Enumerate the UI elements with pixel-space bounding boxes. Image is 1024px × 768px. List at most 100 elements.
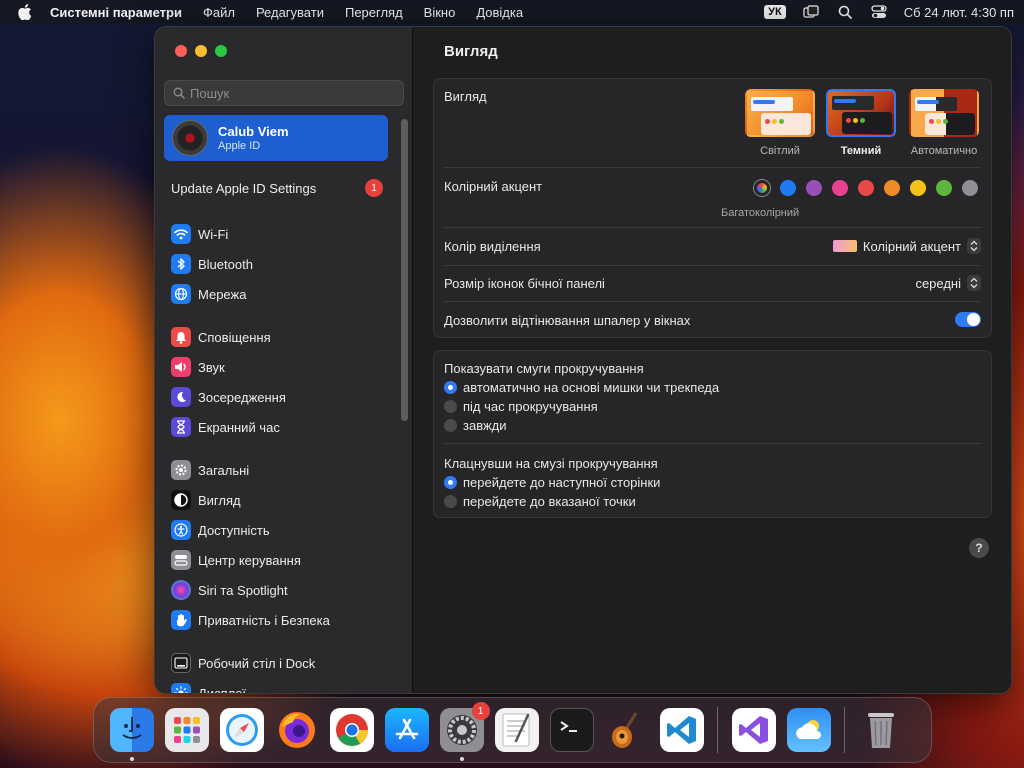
radio-button[interactable] (444, 495, 457, 508)
help-button[interactable]: ? (969, 538, 989, 558)
accent-orange-swatch[interactable] (884, 180, 900, 196)
dock-app-store[interactable] (384, 708, 429, 752)
accent-blue-swatch[interactable] (780, 180, 796, 196)
accent-multicolor-swatch[interactable] (754, 180, 770, 196)
sidebar-item-notifications[interactable]: Сповіщення (171, 322, 391, 352)
radio-button[interactable] (444, 400, 457, 413)
dock-textedit[interactable] (494, 708, 539, 752)
click-option-next-page[interactable]: перейдете до наступної сторінки (444, 475, 660, 490)
spotlight-search-icon[interactable] (836, 4, 854, 20)
dock-garageband[interactable] (605, 708, 649, 752)
sidebar-item-label: Wi-Fi (198, 226, 229, 242)
sidebar-item-network[interactable]: Мережа (171, 279, 391, 309)
terminal-icon (559, 721, 577, 732)
theme-dark-caption: Темний (840, 145, 882, 157)
sidebar-item-focus[interactable]: Зосередження (171, 382, 391, 412)
menu-bar: Системні параметри Файл Редагувати Перег… (0, 0, 1024, 24)
dock-visual-studio[interactable] (731, 708, 776, 752)
main-pane: Вигляд Вигляд Світлий Темний Автоматично… (413, 27, 1011, 693)
dock-vscode[interactable] (659, 708, 704, 752)
sidebar-item-label: Робочий стіл і Dock (198, 655, 316, 671)
sidebar-item-appearance[interactable]: Вигляд (171, 485, 391, 515)
sidebar-item-desktop-dock[interactable]: Робочий стіл і Dock (171, 648, 391, 678)
dock-safari[interactable] (219, 708, 264, 752)
chevron-updown-icon (967, 238, 981, 254)
chevron-updown-icon (967, 275, 981, 291)
app-store-icon (395, 718, 418, 740)
accent-green-swatch[interactable] (936, 180, 952, 196)
search-field[interactable] (164, 80, 404, 106)
search-input[interactable] (190, 85, 390, 101)
radio-label: автоматично на основі мишки чи трекпеда (463, 380, 720, 395)
menu-window[interactable]: Вікно (424, 5, 456, 20)
divider (444, 265, 981, 266)
sidebar-item-label: Екранний час (198, 419, 280, 435)
sidebar: Calub Viem Apple ID Update Apple ID Sett… (155, 27, 413, 693)
sidebar-icon-size-popup[interactable]: середні (915, 275, 981, 291)
sidebar-item-displays[interactable]: Дисплеї (171, 678, 391, 693)
sidebar-item-siri-spotlight[interactable]: Siri та Spotlight (171, 575, 391, 605)
highlight-color-popup[interactable]: Колірний акцент (832, 238, 981, 254)
dock-terminal[interactable] (549, 708, 594, 752)
sidebar-item-screen-time[interactable]: Екранний час (171, 412, 391, 442)
weather-icon (795, 720, 821, 739)
menu-app-name[interactable]: Системні параметри (50, 5, 182, 20)
scrollbars-option-auto[interactable]: автоматично на основі мишки чи трекпеда (444, 380, 719, 395)
window-switch-icon[interactable] (802, 4, 820, 20)
control-center-icon[interactable] (870, 4, 888, 20)
dock-launchpad[interactable] (164, 708, 209, 752)
dock-system-settings[interactable]: 1 (439, 702, 490, 761)
divider (444, 301, 981, 302)
close-window-button[interactable] (175, 45, 187, 57)
radio-button[interactable] (444, 476, 457, 489)
sidebar-scrollbar[interactable] (401, 119, 408, 421)
dock-firefox[interactable] (275, 708, 319, 752)
theme-auto-option[interactable]: Автоматично (907, 89, 981, 157)
update-apple-id-settings[interactable]: Update Apple ID Settings 1 (171, 179, 383, 197)
accent-pink-swatch[interactable] (832, 180, 848, 196)
menu-file[interactable]: Файл (203, 5, 235, 20)
sidebar-item-accessibility[interactable]: Доступність (171, 515, 391, 545)
dock-trash[interactable] (859, 708, 903, 752)
wallpaper-tinting-toggle[interactable] (955, 312, 981, 327)
menu-edit[interactable]: Редагувати (256, 5, 324, 20)
scrollbars-option-scrolling[interactable]: під час прокручування (444, 399, 598, 414)
radio-button[interactable] (444, 381, 457, 394)
dock-weather[interactable] (786, 708, 831, 752)
theme-dark-option[interactable]: Темний (824, 89, 898, 157)
menu-help[interactable]: Довідка (476, 5, 523, 20)
accent-yellow-swatch[interactable] (910, 180, 926, 196)
input-source-badge[interactable]: УК (764, 5, 786, 19)
dock-finder[interactable] (109, 708, 154, 761)
sidebar-item-bluetooth[interactable]: Bluetooth (171, 249, 391, 279)
appearance-panel: Вигляд Світлий Темний Автоматично Колірн… (433, 78, 992, 338)
accent-graphite-swatch[interactable] (962, 180, 978, 196)
hand-icon (171, 610, 191, 630)
zoom-window-button[interactable] (215, 45, 227, 57)
click-option-spot[interactable]: перейдете до вказаної точки (444, 494, 636, 509)
scrollbars-option-always[interactable]: завжди (444, 418, 507, 433)
sidebar-item-privacy-security[interactable]: Приватність і Безпека (171, 605, 391, 635)
gear-icon (171, 460, 191, 480)
accent-red-swatch[interactable] (858, 180, 874, 196)
sidebar-item-label: Загальні (198, 462, 250, 478)
menu-clock[interactable]: Сб 24 лют. 4:30 пп (904, 5, 1014, 20)
theme-light-option[interactable]: Світлий (743, 89, 817, 157)
theme-light-thumbnail (745, 89, 815, 137)
sidebar-item-sound[interactable]: Звук (171, 352, 391, 382)
sidebar-icon-size-label: Розмір іконок бічної панелі (444, 276, 605, 291)
apple-id-account[interactable]: Calub Viem Apple ID (164, 115, 388, 161)
wallpaper-tinting-label: Дозволити відтінювання шпалер у вікнах (444, 313, 691, 328)
dock-chrome[interactable] (329, 708, 374, 752)
sidebar-item-general[interactable]: Загальні (171, 455, 391, 485)
sidebar-item-control-center[interactable]: Центр керування (171, 545, 391, 575)
accent-purple-swatch[interactable] (806, 180, 822, 196)
minimize-window-button[interactable] (195, 45, 207, 57)
launchpad-icon (173, 717, 200, 743)
safari-icon (225, 714, 258, 746)
radio-button[interactable] (444, 419, 457, 432)
menu-view[interactable]: Перегляд (345, 5, 403, 20)
sidebar-item-wifi[interactable]: Wi-Fi (171, 219, 391, 249)
apple-menu-icon[interactable] (18, 4, 34, 20)
divider (444, 167, 981, 168)
